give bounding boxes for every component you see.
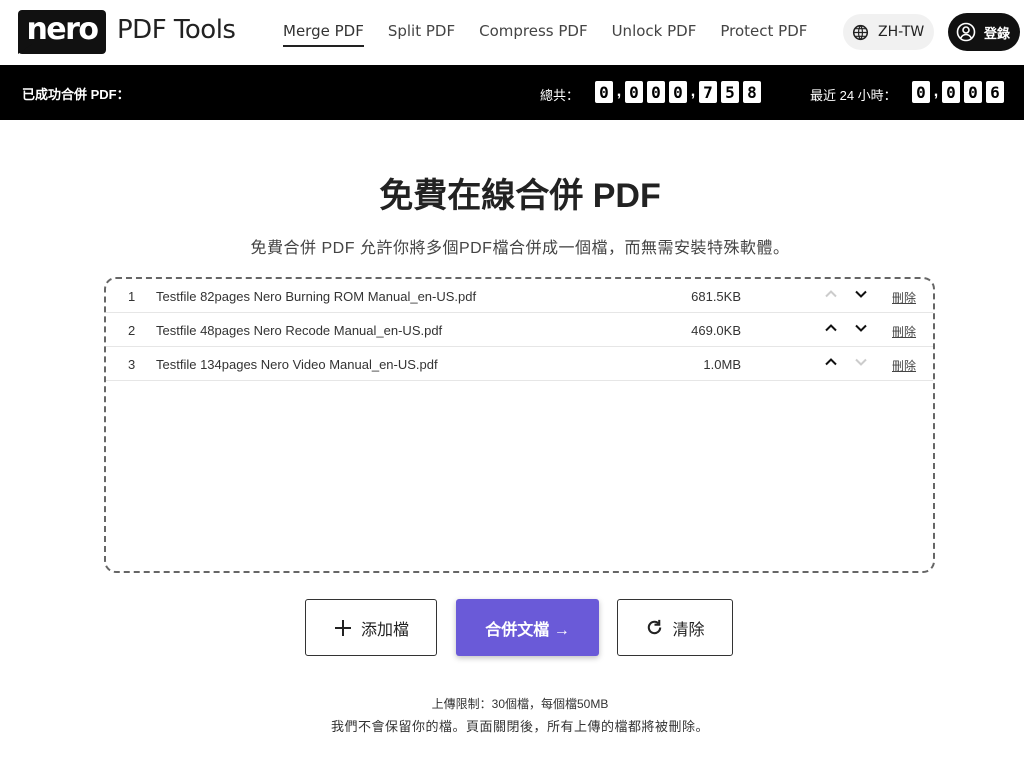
counter-digit: 0 bbox=[964, 81, 982, 103]
add-file-button[interactable]: 添加檔 bbox=[305, 599, 437, 656]
merged-count-label: 已成功合併 PDF： bbox=[22, 87, 130, 102]
login-button[interactable]: 登錄 bbox=[948, 13, 1020, 51]
clear-button[interactable]: 清除 bbox=[617, 599, 733, 656]
file-name: Testfile 48pages Nero Recode Manual_en-U… bbox=[156, 323, 443, 338]
page-subtitle: 免費合併 PDF 允許你將多個PDF檔合併成一個檔，而無需安裝特殊軟體。 bbox=[250, 240, 790, 257]
delete-file-link[interactable]: 刪除 bbox=[892, 289, 916, 306]
counter-digit: 5 bbox=[721, 81, 739, 103]
nav-unlock-pdf[interactable]: Unlock PDF bbox=[612, 22, 697, 47]
stats-bar: 已成功合併 PDF： 總共： 0 , 0 0 0 , 7 5 8 最近 24 小… bbox=[0, 65, 1024, 120]
top-header: nero PDF Tools Merge PDF Split PDF Compr… bbox=[0, 0, 1024, 65]
counter-digit: 0 bbox=[625, 81, 643, 103]
nav-merge-pdf[interactable]: Merge PDF bbox=[283, 22, 364, 47]
language-label: ZH-TW bbox=[878, 24, 925, 40]
upload-limit-text: 上傳限制：30個檔，每個檔50MB bbox=[431, 697, 609, 711]
move-up-icon[interactable] bbox=[824, 321, 838, 335]
file-dropzone[interactable]: 1 Testfile 82pages Nero Burning ROM Manu… bbox=[104, 277, 935, 573]
plus-icon bbox=[334, 619, 351, 636]
main-nav: Merge PDF Split PDF Compress PDF Unlock … bbox=[283, 22, 831, 47]
file-index: 2 bbox=[128, 323, 136, 338]
file-row: 1 Testfile 82pages Nero Burning ROM Manu… bbox=[106, 279, 933, 313]
move-down-icon[interactable] bbox=[854, 287, 868, 301]
file-size: 469.0KB bbox=[691, 323, 741, 338]
counter-digit: 7 bbox=[699, 81, 717, 103]
clear-label: 清除 bbox=[672, 621, 705, 639]
language-selector[interactable]: ZH-TW bbox=[843, 14, 934, 50]
file-row: 3 Testfile 134pages Nero Video Manual_en… bbox=[106, 347, 933, 381]
counter-digit: 0 bbox=[647, 81, 665, 103]
recent-label: 最近 24 小時： bbox=[810, 88, 897, 103]
move-down-icon[interactable] bbox=[854, 321, 868, 335]
file-row: 2 Testfile 48pages Nero Recode Manual_en… bbox=[106, 313, 933, 347]
file-index: 3 bbox=[128, 357, 136, 372]
merge-label: 合併文檔 → bbox=[485, 621, 570, 639]
move-up-icon[interactable] bbox=[824, 355, 838, 369]
file-name: Testfile 82pages Nero Burning ROM Manual… bbox=[156, 289, 477, 304]
nav-protect-pdf[interactable]: Protect PDF bbox=[720, 22, 807, 47]
recent-counter: 0 , 0 0 6 bbox=[912, 81, 1008, 103]
total-label: 總共： bbox=[540, 88, 580, 103]
page-title: 免費在線合併 PDF bbox=[379, 177, 661, 215]
move-down-icon bbox=[854, 355, 868, 369]
user-icon bbox=[956, 22, 976, 42]
counter-digit: 0 bbox=[912, 81, 930, 103]
counter-separator: , bbox=[690, 83, 696, 100]
counter-separator: , bbox=[933, 83, 939, 100]
delete-file-link[interactable]: 刪除 bbox=[892, 357, 916, 374]
file-size: 681.5KB bbox=[691, 289, 741, 304]
counter-digit: 0 bbox=[942, 81, 960, 103]
counter-digit: 0 bbox=[669, 81, 687, 103]
file-size: 1.0MB bbox=[703, 357, 741, 372]
product-name: PDF Tools bbox=[117, 15, 236, 45]
counter-digit: 8 bbox=[743, 81, 761, 103]
file-index: 1 bbox=[128, 289, 136, 304]
merge-button[interactable]: 合併文檔 → bbox=[456, 599, 599, 656]
privacy-text: 我們不會保留你的檔。頁面關閉後，所有上傳的檔都將被刪除。 bbox=[330, 719, 709, 734]
refresh-icon bbox=[648, 619, 662, 635]
counter-digit: 6 bbox=[986, 81, 1004, 103]
logo-text: nero bbox=[26, 12, 99, 47]
nav-compress-pdf[interactable]: Compress PDF bbox=[479, 22, 587, 47]
nav-split-pdf[interactable]: Split PDF bbox=[388, 22, 455, 47]
logo-tail bbox=[18, 44, 32, 54]
counter-separator: , bbox=[616, 83, 622, 100]
counter-digit: 0 bbox=[595, 81, 613, 103]
delete-file-link[interactable]: 刪除 bbox=[892, 323, 916, 340]
globe-icon bbox=[852, 24, 869, 40]
total-counter: 0 , 0 0 0 , 7 5 8 bbox=[595, 81, 765, 103]
add-file-label: 添加檔 bbox=[360, 621, 409, 639]
file-name: Testfile 134pages Nero Video Manual_en-U… bbox=[156, 357, 438, 372]
move-up-icon bbox=[824, 287, 838, 301]
login-label: 登錄 bbox=[984, 25, 1011, 41]
